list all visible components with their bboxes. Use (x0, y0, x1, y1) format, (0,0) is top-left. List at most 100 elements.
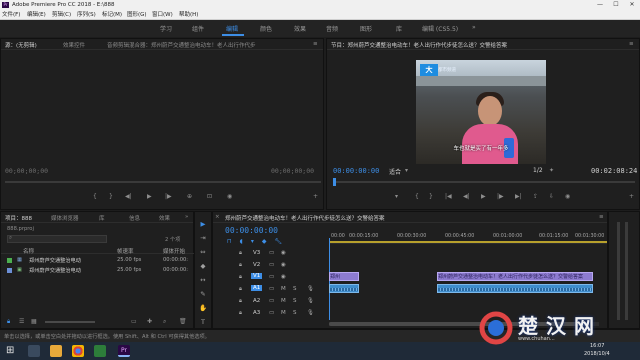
lock-track-icon[interactable]: 🔒︎ (239, 250, 242, 257)
timeline-timecode[interactable]: 00:00:00:00 (225, 226, 278, 235)
zoom-fit-select[interactable]: 适合 (389, 167, 401, 176)
selection-tool-icon[interactable]: ▶ (198, 220, 208, 229)
track-header-a3[interactable]: 🔒︎ A3 ▭ M S 🎙︎ (213, 308, 329, 319)
menu-file[interactable]: 文件(F) (2, 11, 20, 19)
sync-lock-icon[interactable]: ▭ (269, 250, 274, 256)
insert-icon[interactable]: ⊕ (187, 193, 192, 200)
menu-marker[interactable]: 标记(M) (102, 11, 122, 19)
source-scrubber[interactable] (5, 181, 321, 183)
add-button-icon[interactable]: + (313, 193, 318, 200)
mute-button[interactable]: M (281, 298, 286, 304)
video-clip[interactable]: 郑州蔚芦交通整治电动车！老人出行作代步徒怎么送？交警给答案 (437, 272, 593, 281)
eye-icon[interactable]: ◉ (281, 274, 286, 280)
lift-icon[interactable]: ⇪ (533, 193, 538, 200)
sync-lock-icon[interactable]: ▭ (269, 286, 274, 292)
workspace-assembly[interactable]: 组件 (192, 24, 204, 33)
marker-icon[interactable]: ▾ (395, 193, 398, 200)
workspace-color[interactable]: 颜色 (260, 24, 272, 33)
trash-icon[interactable]: 🗑︎ (179, 318, 187, 325)
tab-sequence[interactable]: 郑州蔚芦交通整治电动车！老人出行作代步徒怎么送？交警给答案 (225, 214, 555, 222)
hand-tool-icon[interactable]: ✋ (198, 304, 208, 313)
program-video-frame[interactable]: 大 都市频道 车也就是买了有一年多 (416, 60, 546, 164)
microphone-icon[interactable]: 🎙︎ (307, 298, 314, 304)
track-header-v3[interactable]: 🔒︎ V3 ▭ ◉ (213, 248, 329, 259)
track-header-v2[interactable]: 🔒︎ V2 ▭ ◉ (213, 260, 329, 271)
chevron-down-icon[interactable]: ▾ (405, 167, 408, 174)
solo-button[interactable]: S (293, 310, 297, 316)
app-icon[interactable] (94, 345, 106, 357)
premiere-taskbar-icon[interactable]: Pr (118, 345, 130, 357)
mark-out-icon[interactable]: } (429, 193, 433, 200)
overwrite-icon[interactable]: ⊡ (207, 193, 212, 200)
file-explorer-icon[interactable] (50, 345, 62, 357)
mute-button[interactable]: M (281, 286, 286, 292)
solo-button[interactable]: S (293, 298, 297, 304)
razor-tool-icon[interactable]: ◆ (198, 262, 208, 271)
track-header-a1[interactable]: 🔒︎ A1 ▭ M S 🎙︎ (213, 284, 329, 295)
source-timecode-in[interactable]: 00;00;00;00 (5, 167, 48, 175)
project-item[interactable]: ▦ 郑州蔚芦交通整治电动 25.00 fps 00:00:00: (1, 256, 188, 264)
new-bin-icon[interactable]: ▭ (131, 318, 137, 325)
playhead-marker[interactable] (333, 178, 336, 186)
timeline-toolbar[interactable]: ⊓◖▾◆🔧︎ (227, 238, 290, 245)
project-search-input[interactable] (7, 235, 107, 243)
lock-icon[interactable]: 🔒︎ (7, 318, 10, 326)
program-timecode[interactable]: 00:00:00:00 (333, 167, 379, 175)
panel-menu-icon[interactable]: ≡ (599, 214, 604, 220)
workspace-audio[interactable]: 音频 (326, 24, 338, 33)
sync-lock-icon[interactable]: ▭ (269, 262, 274, 268)
program-scrubber[interactable] (333, 181, 635, 183)
go-to-in-icon[interactable]: |◀ (445, 193, 452, 200)
tab-effects[interactable]: 效果 (159, 214, 170, 222)
resolution-select[interactable]: 1/2 (533, 167, 543, 174)
maximize-button[interactable]: ☐ (608, 0, 624, 10)
sync-lock-icon[interactable]: ▭ (269, 310, 274, 316)
video-clip[interactable]: 郑州 (329, 272, 359, 281)
extract-icon[interactable]: ⇩ (549, 193, 554, 200)
sync-lock-icon[interactable]: ▭ (269, 298, 274, 304)
time-ruler[interactable]: 00:00 00:00:15:00 00:00:30:00 00:00:45:0… (329, 226, 607, 244)
minimize-button[interactable]: — (592, 0, 608, 10)
menu-graphics[interactable]: 图形(G) (127, 11, 147, 19)
track-select-tool-icon[interactable]: ⇥ (198, 234, 208, 243)
lock-track-icon[interactable]: 🔒︎ (239, 310, 242, 317)
list-view-icon[interactable]: ☰ (19, 318, 24, 325)
close-button[interactable]: ✕ (624, 0, 640, 10)
task-view-icon[interactable] (28, 345, 40, 357)
step-forward-icon[interactable]: |▶ (497, 193, 504, 200)
audio-clip[interactable] (329, 284, 359, 293)
step-back-icon[interactable]: ◀| (463, 193, 470, 200)
type-tool-icon[interactable]: T (198, 318, 208, 327)
wrench-icon[interactable]: ✦ (549, 167, 554, 174)
add-button-icon[interactable]: + (629, 193, 634, 200)
tab-project[interactable]: 项目：888 (5, 214, 32, 222)
more-tabs-icon[interactable]: » (185, 214, 188, 220)
workspace-libraries[interactable]: 库 (396, 24, 402, 33)
windows-start-icon[interactable]: ⊞ (6, 345, 18, 357)
tab-media-browser[interactable]: 媒体浏览器 (51, 214, 79, 222)
zoom-slider[interactable] (45, 321, 95, 323)
column-fps[interactable]: 帧速率 (117, 247, 134, 255)
microphone-icon[interactable]: 🎙︎ (307, 310, 314, 316)
ripple-edit-tool-icon[interactable]: ⇔ (198, 248, 208, 257)
find-icon[interactable]: ⌕ (163, 318, 166, 326)
play-icon[interactable]: ▶ (481, 193, 486, 200)
panel-menu-icon[interactable]: ≡ (629, 41, 634, 47)
track-header-v1[interactable]: 🔒︎ V1 ▭ ◉ (213, 272, 329, 283)
menu-help[interactable]: 帮助(H) (179, 11, 198, 19)
go-to-out-icon[interactable]: ▶| (515, 193, 522, 200)
lock-track-icon[interactable]: 🔒︎ (239, 298, 242, 305)
workspace-graphics[interactable]: 图形 (360, 24, 372, 33)
mark-out-icon[interactable]: } (109, 193, 113, 200)
tab-audio-clip-mixer[interactable]: 音频剪辑混合器：郑州蔚芦交通整治电动车！老人出行作代步 (107, 41, 303, 49)
close-tab-icon[interactable]: × (215, 214, 220, 220)
export-frame-icon[interactable]: ◉ (227, 193, 232, 200)
tab-libraries[interactable]: 库 (99, 214, 105, 222)
pen-tool-icon[interactable]: ✎ (198, 290, 208, 299)
column-name[interactable]: 名称 (23, 247, 34, 255)
work-area-bar[interactable] (329, 241, 607, 243)
menu-window[interactable]: 窗口(W) (152, 11, 173, 19)
menu-edit[interactable]: 编辑(E) (27, 11, 46, 19)
workspace-editing-cs55[interactable]: 编辑 (CS5.5) (422, 24, 458, 33)
play-icon[interactable]: ▶ (147, 193, 152, 200)
